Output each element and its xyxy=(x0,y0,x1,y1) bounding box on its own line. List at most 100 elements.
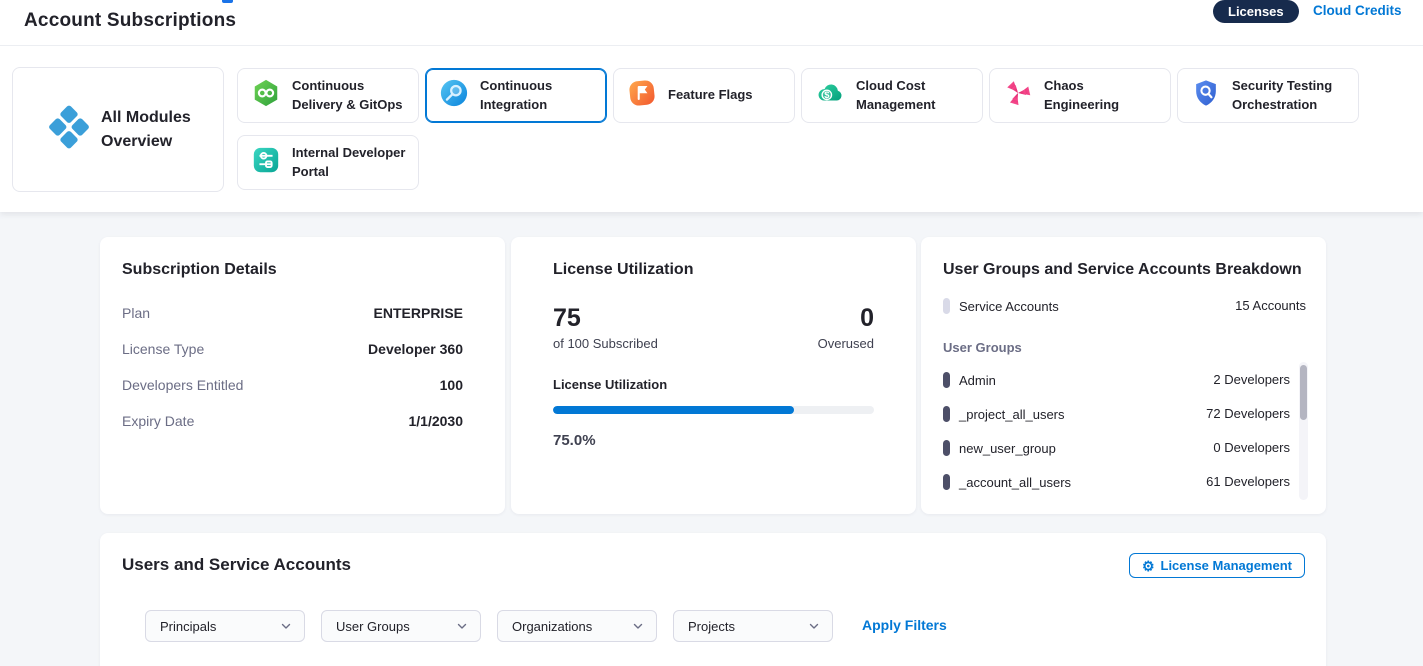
utilization-percent: 75.0% xyxy=(553,432,874,449)
group-value: 2 Developers xyxy=(1213,372,1290,387)
group-marker xyxy=(943,372,950,388)
all-modules-overview-card[interactable]: All Modules Overview xyxy=(12,67,224,192)
module-label: Continuous Delivery & GitOps xyxy=(292,77,408,113)
group-marker xyxy=(943,406,950,422)
page-header: Account Subscriptions Licenses Cloud Cre… xyxy=(0,0,1423,46)
module-card-continuous-integration[interactable]: Continuous Integration xyxy=(425,68,607,123)
gear-icon: ⚙ xyxy=(1142,559,1155,573)
row-label: License Type xyxy=(122,341,204,357)
subscription-row-plan: Plan ENTERPRISE xyxy=(122,305,463,325)
group-name: new_user_group xyxy=(959,441,1056,456)
service-accounts-label: Service Accounts xyxy=(959,299,1059,314)
internal-developer-portal-icon xyxy=(251,145,281,180)
utilization-bar-track xyxy=(553,406,874,414)
service-accounts-row: Service Accounts 15 Accounts xyxy=(943,297,1326,315)
row-value: 1/1/2030 xyxy=(409,413,464,429)
page-title: Account Subscriptions xyxy=(24,10,236,32)
user-group-row: _account_all_users 61 Developers xyxy=(943,473,1326,491)
service-accounts-value: 15 Accounts xyxy=(1235,298,1306,313)
user-group-row: Admin 2 Developers xyxy=(943,371,1326,389)
chevron-down-icon xyxy=(280,620,292,632)
module-card-cloud-cost[interactable]: $ Cloud Cost Management xyxy=(801,68,983,123)
row-value: Developer 360 xyxy=(368,341,463,357)
users-section-title: Users and Service Accounts xyxy=(122,555,1305,575)
group-name: _account_all_users xyxy=(959,475,1071,490)
users-service-accounts-card: Users and Service Accounts ⚙ License Man… xyxy=(100,533,1326,666)
module-card-feature-flags[interactable]: Feature Flags xyxy=(613,68,795,123)
group-marker xyxy=(943,474,950,490)
filters-row: Principals User Groups Organizations Pro… xyxy=(145,610,833,642)
principals-dropdown[interactable]: Principals xyxy=(145,610,305,642)
modules-strip: All Modules Overview Continuous Delivery… xyxy=(0,46,1423,212)
module-card-chaos-engineering[interactable]: Chaos Engineering xyxy=(989,68,1171,123)
breakdown-title: User Groups and Service Accounts Breakdo… xyxy=(943,261,1326,279)
row-label: Plan xyxy=(122,305,150,321)
user-group-row: new_user_group 0 Developers xyxy=(943,439,1326,457)
module-label: Chaos Engineering xyxy=(1044,77,1160,113)
all-modules-icon xyxy=(45,103,93,156)
subscription-details-title: Subscription Details xyxy=(122,261,463,279)
utilization-bar-fill xyxy=(553,406,794,414)
content-area: Subscription Details Plan ENTERPRISE Lic… xyxy=(0,212,1423,666)
cloud-credits-link[interactable]: Cloud Credits xyxy=(1313,3,1402,18)
dropdown-label: Projects xyxy=(688,619,735,634)
chevron-down-icon xyxy=(808,620,820,632)
overused-count: 0 xyxy=(818,305,874,333)
subscription-row-license-type: License Type Developer 360 xyxy=(122,341,463,361)
group-value: 72 Developers xyxy=(1206,406,1290,421)
utilization-numbers: 75 of 100 Subscribed 0 Overused xyxy=(553,305,874,351)
user-groups-list: Admin 2 Developers _project_all_users 72… xyxy=(943,371,1326,491)
subscription-details-card: Subscription Details Plan ENTERPRISE Lic… xyxy=(100,237,505,514)
license-utilization-title: License Utilization xyxy=(553,261,874,279)
dropdown-label: Principals xyxy=(160,619,216,634)
top-edge-artifact xyxy=(222,0,233,3)
module-label: Internal Developer Portal xyxy=(292,144,408,180)
overused-caption: Overused xyxy=(818,336,874,351)
projects-dropdown[interactable]: Projects xyxy=(673,610,833,642)
license-utilization-card: License Utilization 75 of 100 Subscribed… xyxy=(511,237,916,514)
svg-text:$: $ xyxy=(824,90,830,100)
module-label: Security Testing Orchestration xyxy=(1232,77,1348,113)
group-value: 0 Developers xyxy=(1213,440,1290,455)
service-accounts-marker xyxy=(943,298,950,314)
module-label: Feature Flags xyxy=(668,86,753,104)
organizations-dropdown[interactable]: Organizations xyxy=(497,610,657,642)
license-management-label: License Management xyxy=(1161,558,1293,573)
licenses-tab-button[interactable]: Licenses xyxy=(1213,0,1299,23)
user-group-row: _project_all_users 72 Developers xyxy=(943,405,1326,423)
row-value: ENTERPRISE xyxy=(374,305,463,321)
user-groups-dropdown[interactable]: User Groups xyxy=(321,610,481,642)
cloud-cost-icon: $ xyxy=(815,78,845,113)
all-modules-overview-label: All Modules Overview xyxy=(101,106,201,152)
apply-filters-link[interactable]: Apply Filters xyxy=(862,617,947,633)
module-card-internal-developer-portal[interactable]: Internal Developer Portal xyxy=(237,135,419,190)
module-card-cd-gitops[interactable]: Continuous Delivery & GitOps xyxy=(237,68,419,123)
license-management-button[interactable]: ⚙ License Management xyxy=(1129,553,1305,578)
overused-block: 0 Overused xyxy=(818,305,874,351)
module-label: Continuous Integration xyxy=(480,77,596,113)
security-testing-icon xyxy=(1191,78,1221,113)
group-value: 61 Developers xyxy=(1206,474,1290,489)
subscription-row-developers-entitled: Developers Entitled 100 xyxy=(122,377,463,397)
group-list-scrollbar-thumb[interactable] xyxy=(1300,365,1307,420)
module-label: Cloud Cost Management xyxy=(856,77,972,113)
chevron-down-icon xyxy=(456,620,468,632)
subscription-row-expiry-date: Expiry Date 1/1/2030 xyxy=(122,413,463,433)
utilization-bar-label: License Utilization xyxy=(553,377,874,392)
row-value: 100 xyxy=(440,377,463,393)
cd-gitops-icon xyxy=(251,78,281,113)
row-label: Expiry Date xyxy=(122,413,194,429)
group-list-scrollbar[interactable] xyxy=(1299,362,1308,500)
user-groups-section-label: User Groups xyxy=(943,340,1326,355)
breakdown-card: User Groups and Service Accounts Breakdo… xyxy=(921,237,1326,514)
module-card-security-testing[interactable]: Security Testing Orchestration xyxy=(1177,68,1359,123)
dropdown-label: Organizations xyxy=(512,619,592,634)
chaos-engineering-icon xyxy=(1003,78,1033,113)
feature-flags-icon xyxy=(627,78,657,113)
group-name: Admin xyxy=(959,373,996,388)
group-name: _project_all_users xyxy=(959,407,1065,422)
dropdown-label: User Groups xyxy=(336,619,410,634)
group-marker xyxy=(943,440,950,456)
chevron-down-icon xyxy=(632,620,644,632)
row-label: Developers Entitled xyxy=(122,377,243,393)
